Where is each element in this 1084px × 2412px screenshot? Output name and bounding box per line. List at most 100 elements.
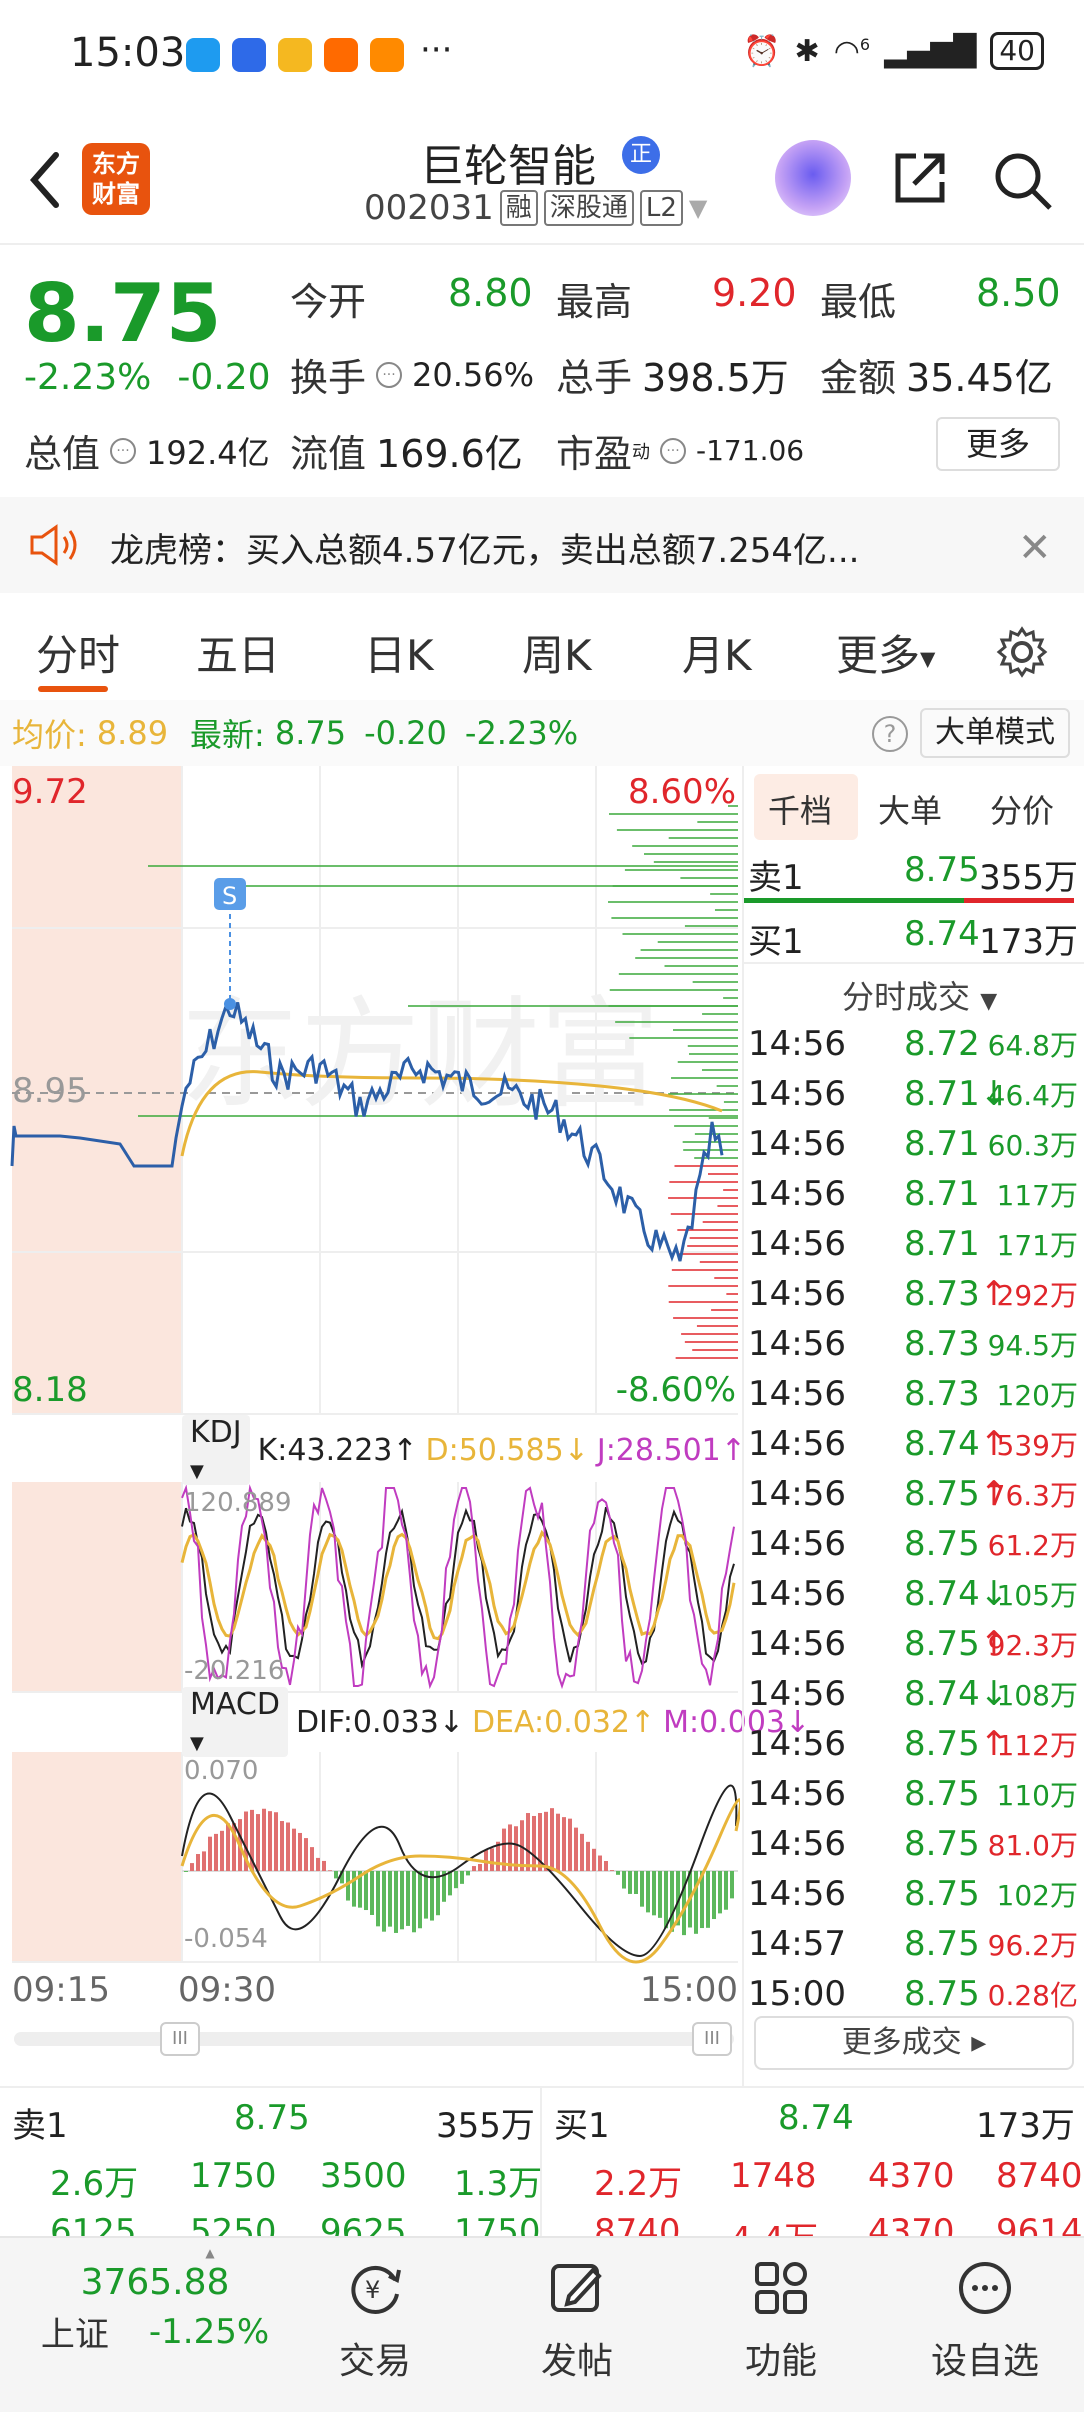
macd-bar xyxy=(478,1864,482,1871)
intraday-chart[interactable]: 东方财富 S 9.72 8.95 8.18 8.60% -8.60% KDJ ▼… xyxy=(0,766,810,2056)
mktcap-value: 192.4亿 xyxy=(146,433,270,472)
macd-bar xyxy=(424,1871,428,1919)
browser-app-icon xyxy=(232,38,266,72)
ai-assistant-icon[interactable] xyxy=(775,140,851,216)
macd-bar xyxy=(364,1871,368,1911)
trade-price: 8.71 xyxy=(904,1124,980,1164)
big-order-mode-button[interactable]: 大单模式 xyxy=(920,708,1070,758)
quote-panel: 8.75 -2.23% -0.20 总值 ··· 192.4亿 今开 8.80 最… xyxy=(0,247,1084,497)
more-trades-button[interactable]: 更多成交 ▸ xyxy=(754,2016,1074,2070)
info-icon[interactable]: ··· xyxy=(376,361,403,388)
share-icon[interactable] xyxy=(890,148,950,208)
tab-intraday[interactable]: 分时 xyxy=(36,622,120,683)
stock-name: 巨轮智能 xyxy=(420,141,596,192)
eastmoney-logo: 东方 财富 xyxy=(82,143,150,215)
tag-connect: 深股通 xyxy=(543,190,634,226)
latest-label: 最新: xyxy=(190,716,265,754)
macd-bar xyxy=(184,1871,188,1872)
macd-bar xyxy=(370,1871,374,1915)
kdj-selector[interactable]: KDJ ▼ xyxy=(182,1415,250,1485)
dragon-tiger-banner[interactable]: 龙虎榜：买入总额4.57亿元，卖出总额7.254亿... ✕ xyxy=(0,497,1084,593)
macd-bar xyxy=(220,1830,224,1871)
tag-level2: L2 xyxy=(639,190,683,226)
tab-big-orders[interactable]: 大单 xyxy=(878,786,942,832)
macd-bar xyxy=(334,1871,338,1879)
tab-weekly-k[interactable]: 周K xyxy=(522,622,592,683)
volume-cell: 总手 398.5万 xyxy=(556,347,789,402)
low-cell: 最低 xyxy=(820,280,897,324)
trade-volume: 64.8万 xyxy=(987,1029,1078,1062)
macd-bar xyxy=(634,1871,638,1895)
trades-title[interactable]: 分时成交 ▼ xyxy=(842,972,997,1018)
macd-bar xyxy=(298,1832,302,1871)
trade-price: 8.75 xyxy=(904,1924,980,1964)
trade-time: 14:56 xyxy=(748,1724,846,1764)
close-icon[interactable]: ✕ xyxy=(1018,525,1052,571)
trade-row: 14:56 8.71 60.3万 xyxy=(744,1124,1084,1174)
trade-price: 8.74↓ xyxy=(904,1674,1009,1714)
y-min-label: 8.18 xyxy=(12,1370,88,1410)
macd-bar xyxy=(562,1817,566,1871)
mktcap-cell: 总值 ··· 192.4亿 xyxy=(24,423,270,478)
latest-change: -0.20 xyxy=(364,714,447,752)
nav-functions[interactable]: 功能 xyxy=(726,2238,836,2412)
macd-bar xyxy=(718,1871,722,1914)
tab-price-dist[interactable]: 分价 xyxy=(990,786,1054,832)
tab-monthly-k[interactable]: 月K xyxy=(682,622,752,683)
trade-row: 14:56 8.75 102万 xyxy=(744,1874,1084,1924)
help-icon[interactable]: ? xyxy=(872,716,908,752)
book-buy-cell: 4370 xyxy=(868,2156,955,2196)
dragon-tiger-text: 龙虎榜：买入总额4.57亿元，卖出总额7.254亿... xyxy=(110,531,860,571)
macd-bar xyxy=(460,1871,464,1884)
tag-margin: 融 xyxy=(499,190,538,226)
trade-volume: 81.0万 xyxy=(987,1829,1078,1862)
scrubber-left-handle[interactable]: III xyxy=(160,2022,200,2056)
speaker-icon xyxy=(30,524,77,566)
trade-time: 14:56 xyxy=(748,1324,846,1364)
back-icon[interactable] xyxy=(20,145,70,215)
trade-volume: 112万 xyxy=(996,1729,1078,1762)
messages-app-icon xyxy=(186,38,220,72)
stock-code-line[interactable]: 002031 融 深股通 L2 ▼ xyxy=(364,188,707,228)
macd-bar xyxy=(274,1812,278,1871)
tab-five-day[interactable]: 五日 xyxy=(196,622,280,683)
macd-bar xyxy=(604,1860,608,1871)
index-ticker[interactable]: ▲ 3765.88 上证 -1.25% xyxy=(20,2238,290,2412)
trade-time: 14:56 xyxy=(748,1774,846,1814)
gear-icon[interactable] xyxy=(996,626,1048,678)
pe-cell: 市盈动 ··· -171.06 xyxy=(556,432,805,476)
tab-depth[interactable]: 千档 xyxy=(768,786,832,832)
macd-selector[interactable]: MACD ▼ xyxy=(182,1687,288,1757)
trade-volume: 94.5万 xyxy=(987,1329,1078,1362)
premarket-shade-macd xyxy=(12,1752,182,1962)
book-sell-price: 8.75 xyxy=(234,2098,310,2138)
tab-more[interactable]: 更多▼ xyxy=(836,622,935,683)
trade-time: 15:00 xyxy=(748,1974,846,2014)
search-icon[interactable] xyxy=(990,148,1054,212)
macd-bar xyxy=(598,1855,602,1871)
info-icon[interactable]: ··· xyxy=(660,437,687,464)
tab-daily-k[interactable]: 日K xyxy=(364,622,434,683)
macd-bar xyxy=(304,1838,308,1871)
macd-dif-value: DIF:0.033↓ xyxy=(295,1704,464,1740)
trade-time: 14:56 xyxy=(748,1474,846,1514)
kdj-header: KDJ ▼ K:43.223↑ D:50.585↓ J:28.501↑ xyxy=(182,1415,746,1485)
trade-icon: ¥ xyxy=(351,2265,401,2314)
book-buy-cell: 8740 xyxy=(996,2156,1083,2196)
float-cell: 流值 169.6亿 xyxy=(290,423,523,478)
trade-row: 14:56 8.75 110万 xyxy=(744,1774,1084,1824)
macd-bar xyxy=(730,1871,734,1899)
time-scrubber-track[interactable] xyxy=(14,2032,734,2046)
info-icon[interactable]: ··· xyxy=(110,437,137,464)
scrubber-right-handle[interactable]: III xyxy=(692,2022,732,2056)
nav-add-watchlist[interactable]: 设自选 xyxy=(920,2238,1050,2412)
more-quote-button[interactable]: 更多 xyxy=(936,417,1060,471)
macd-bar xyxy=(322,1860,326,1871)
macd-bar xyxy=(586,1841,590,1871)
trade-time: 14:56 xyxy=(748,1524,846,1564)
macd-bar xyxy=(556,1813,560,1871)
macd-bar xyxy=(670,1871,674,1932)
nav-trade[interactable]: ¥ 交易 xyxy=(320,2238,430,2412)
nav-post[interactable]: 发帖 xyxy=(522,2238,632,2412)
trade-price: 8.75 xyxy=(904,1874,980,1914)
